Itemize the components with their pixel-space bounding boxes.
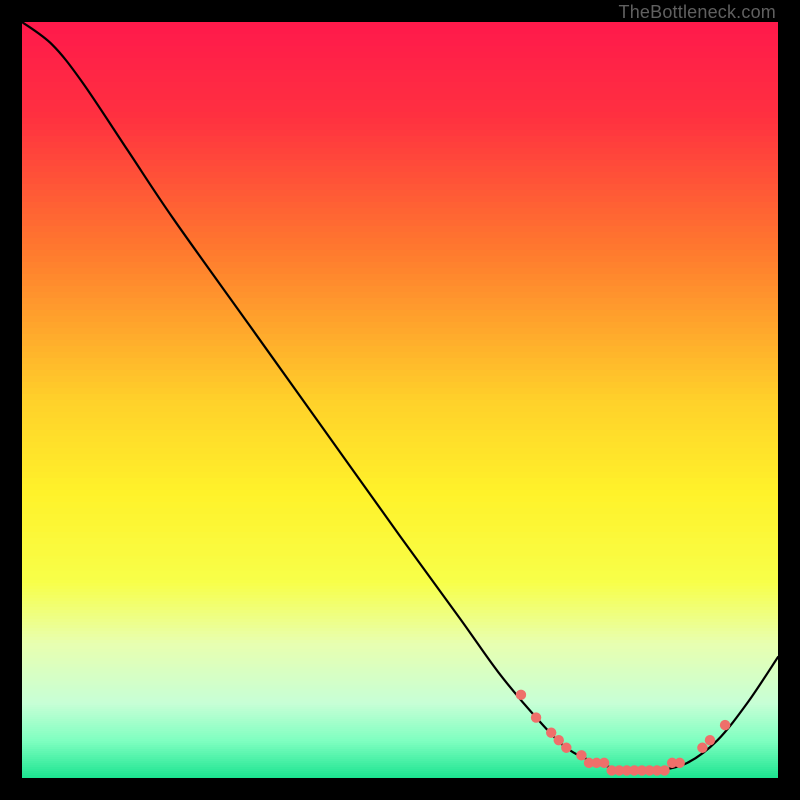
- plot-area: [22, 22, 778, 778]
- data-point: [546, 727, 556, 737]
- data-point: [659, 765, 669, 775]
- data-point-markers: [22, 22, 778, 778]
- chart-stage: TheBottleneck.com: [0, 0, 800, 800]
- data-point: [561, 743, 571, 753]
- data-point: [576, 750, 586, 760]
- data-point: [599, 758, 609, 768]
- attribution-label: TheBottleneck.com: [619, 2, 776, 23]
- data-point: [697, 743, 707, 753]
- data-point: [705, 735, 715, 745]
- data-point: [720, 720, 730, 730]
- data-point: [516, 690, 526, 700]
- data-point: [531, 712, 541, 722]
- data-point: [675, 758, 685, 768]
- data-point: [554, 735, 564, 745]
